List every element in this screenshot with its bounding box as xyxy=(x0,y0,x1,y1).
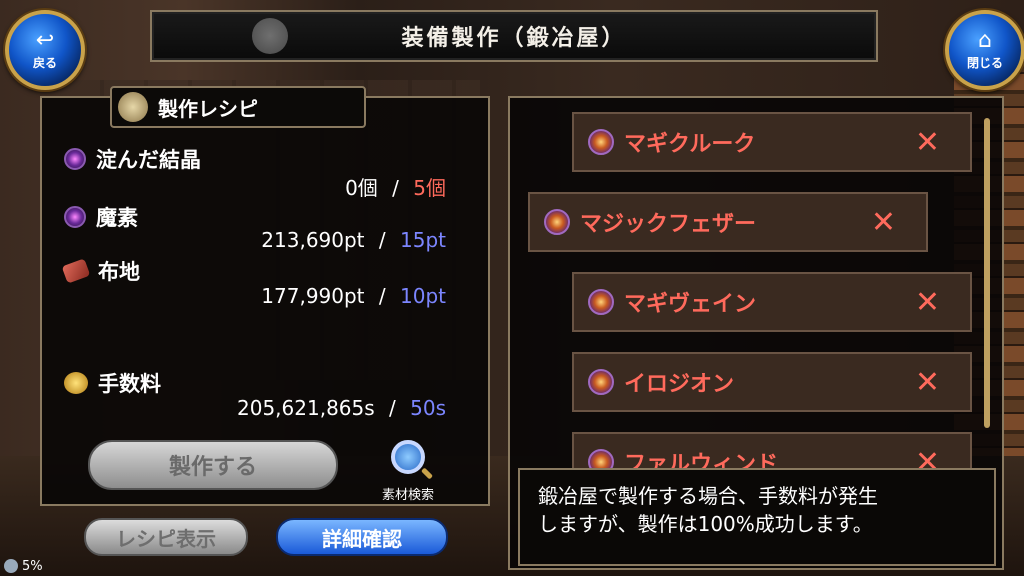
recipe-heading: 製作レシピ xyxy=(158,96,258,121)
status-icon xyxy=(4,559,18,573)
material-have: 0個 xyxy=(345,176,378,200)
list-item-name: マジックフェザー xyxy=(580,212,757,237)
recipe-book-icon xyxy=(118,92,148,122)
material-row: 淀んだ結晶 xyxy=(64,144,201,174)
close-button-label: 閉じる xyxy=(966,55,1003,70)
material-have: 213,690pt xyxy=(261,228,365,252)
close-button[interactable]: ⌂ 閉じる xyxy=(945,10,1024,90)
cloth-icon xyxy=(61,258,91,284)
material-name: 手数料 xyxy=(98,372,161,396)
info-message-box: 鍛冶屋で製作する場合、手数料が発生 しますが、製作は100%成功します。 xyxy=(518,468,996,566)
craft-button[interactable]: 製作する xyxy=(88,440,338,490)
magnifier-icon xyxy=(391,440,425,474)
material-need: 10pt xyxy=(400,284,446,308)
craft-button-label: 製作する xyxy=(168,455,257,480)
material-name: 布地 xyxy=(98,260,140,284)
status-indicator: 5% xyxy=(0,556,70,576)
crystal-orb-icon xyxy=(64,148,86,170)
list-item[interactable]: マギヴェイン ✕ xyxy=(572,272,972,332)
amount-separator: / xyxy=(392,176,399,200)
detail-confirm-label: 詳細確認 xyxy=(322,526,402,551)
recipe-panel-header: 製作レシピ xyxy=(110,86,366,128)
unavailable-mark: ✕ xyxy=(914,284,940,320)
amount-separator: / xyxy=(389,396,396,420)
material-amount: 213,690pt / 15pt xyxy=(261,228,446,252)
amount-separator: / xyxy=(378,284,386,308)
list-scrollbar[interactable] xyxy=(984,118,990,428)
recipe-display-label: レシピ表示 xyxy=(116,526,216,551)
mana-orb-icon xyxy=(64,206,86,228)
material-need: 5個 xyxy=(413,176,446,200)
material-amount: 0個 / 5個 xyxy=(345,172,446,201)
touch-indicator xyxy=(252,18,288,54)
unavailable-mark: ✕ xyxy=(914,364,940,400)
material-search-label: 素材検索 xyxy=(381,488,434,503)
material-row: 魔素 xyxy=(64,202,138,232)
list-item[interactable]: マギクルーク ✕ xyxy=(572,112,972,172)
item-emblem-icon xyxy=(544,209,570,235)
material-name: 淀んだ結晶 xyxy=(96,148,201,172)
material-amount: 177,990pt / 10pt xyxy=(261,284,446,308)
list-item-name: マギクルーク xyxy=(624,132,756,157)
list-item[interactable]: イロジオン ✕ xyxy=(572,352,972,412)
page-title: 装備製作（鍛冶屋） xyxy=(401,26,627,51)
material-amount: 205,621,865s / 50s xyxy=(237,396,446,420)
material-row: 布地 xyxy=(61,256,140,286)
list-item-name: イロジオン xyxy=(624,372,735,397)
unavailable-mark: ✕ xyxy=(914,124,940,160)
back-button-label: 戻る xyxy=(32,55,57,70)
unavailable-mark: ✕ xyxy=(870,204,896,240)
amount-separator: / xyxy=(378,228,386,252)
return-arrow-icon: ↩ xyxy=(35,27,55,53)
list-item-selected[interactable]: マジックフェザー ✕ xyxy=(528,192,928,252)
recipe-display-button[interactable]: レシピ表示 xyxy=(84,518,248,556)
material-need: 15pt xyxy=(400,228,446,252)
item-emblem-icon xyxy=(588,369,614,395)
coin-icon xyxy=(64,372,88,394)
material-have: 205,621,865s xyxy=(237,396,375,420)
material-need: 50s xyxy=(410,396,446,420)
material-row: 手数料 xyxy=(64,368,161,398)
material-have: 177,990pt xyxy=(261,284,365,308)
title-bar: 装備製作（鍛冶屋） xyxy=(150,10,878,62)
item-emblem-icon xyxy=(588,129,614,155)
home-icon: ⌂ xyxy=(978,27,992,53)
info-message: 鍛冶屋で製作する場合、手数料が発生 しますが、製作は100%成功します。 xyxy=(538,484,878,536)
detail-confirm-button[interactable]: 詳細確認 xyxy=(276,518,448,556)
material-search-button[interactable]: 素材検索 xyxy=(370,440,446,503)
status-percent: 5% xyxy=(22,558,43,574)
material-name: 魔素 xyxy=(96,206,138,230)
list-item-name: マギヴェイン xyxy=(624,292,757,317)
back-button[interactable]: ↩ 戻る xyxy=(5,10,85,90)
item-emblem-icon xyxy=(588,289,614,315)
